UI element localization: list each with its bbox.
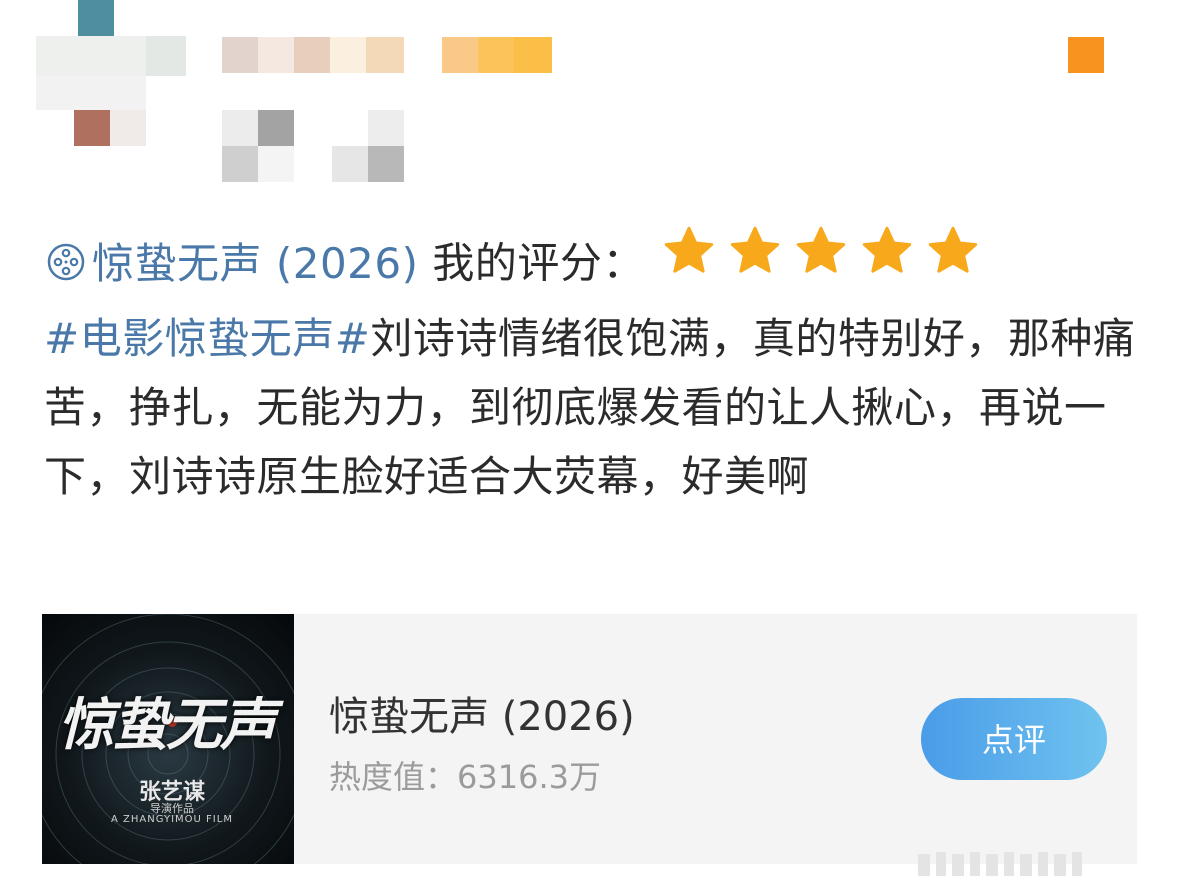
movie-poster[interactable]: 惊蛰无声 张艺谋 导演作品 A ZHANGYIMOU FILM (42, 614, 294, 864)
card-movie-title[interactable]: 惊蛰无声 (2026) (329, 684, 635, 742)
star-icon (928, 226, 978, 273)
review-button[interactable]: 点评 (921, 698, 1107, 780)
poster-english-credit: A ZHANGYIMOU FILM (111, 814, 233, 825)
hashtag-link[interactable]: #电影惊蛰无声# (44, 314, 370, 363)
star-icon (862, 226, 912, 273)
star-icon (664, 226, 714, 273)
badge-icon (1068, 37, 1104, 73)
movie-card[interactable]: 惊蛰无声 张艺谋 导演作品 A ZHANGYIMOU FILM 惊蛰无声 (20… (42, 614, 1137, 864)
movie-link-label[interactable]: 惊蛰无声 (2026) (92, 239, 419, 288)
star-icon (730, 226, 780, 273)
film-reel-icon (47, 243, 85, 281)
star-icon (796, 226, 846, 273)
movie-link[interactable]: 惊蛰无声 (2026) (44, 239, 419, 288)
rating-label: 我的评分： (432, 238, 645, 288)
watermark (918, 852, 1082, 876)
avatar[interactable] (36, 0, 186, 150)
poster-title: 惊蛰无声 (58, 692, 276, 758)
post-content: 惊蛰无声 (2026) 我的评分： #电影惊蛰无声#刘诗诗情绪很饱满，真的特别好… (44, 226, 1144, 511)
card-heat-value: 热度值：6316.3万 (329, 758, 601, 796)
rating-stars (659, 223, 989, 299)
